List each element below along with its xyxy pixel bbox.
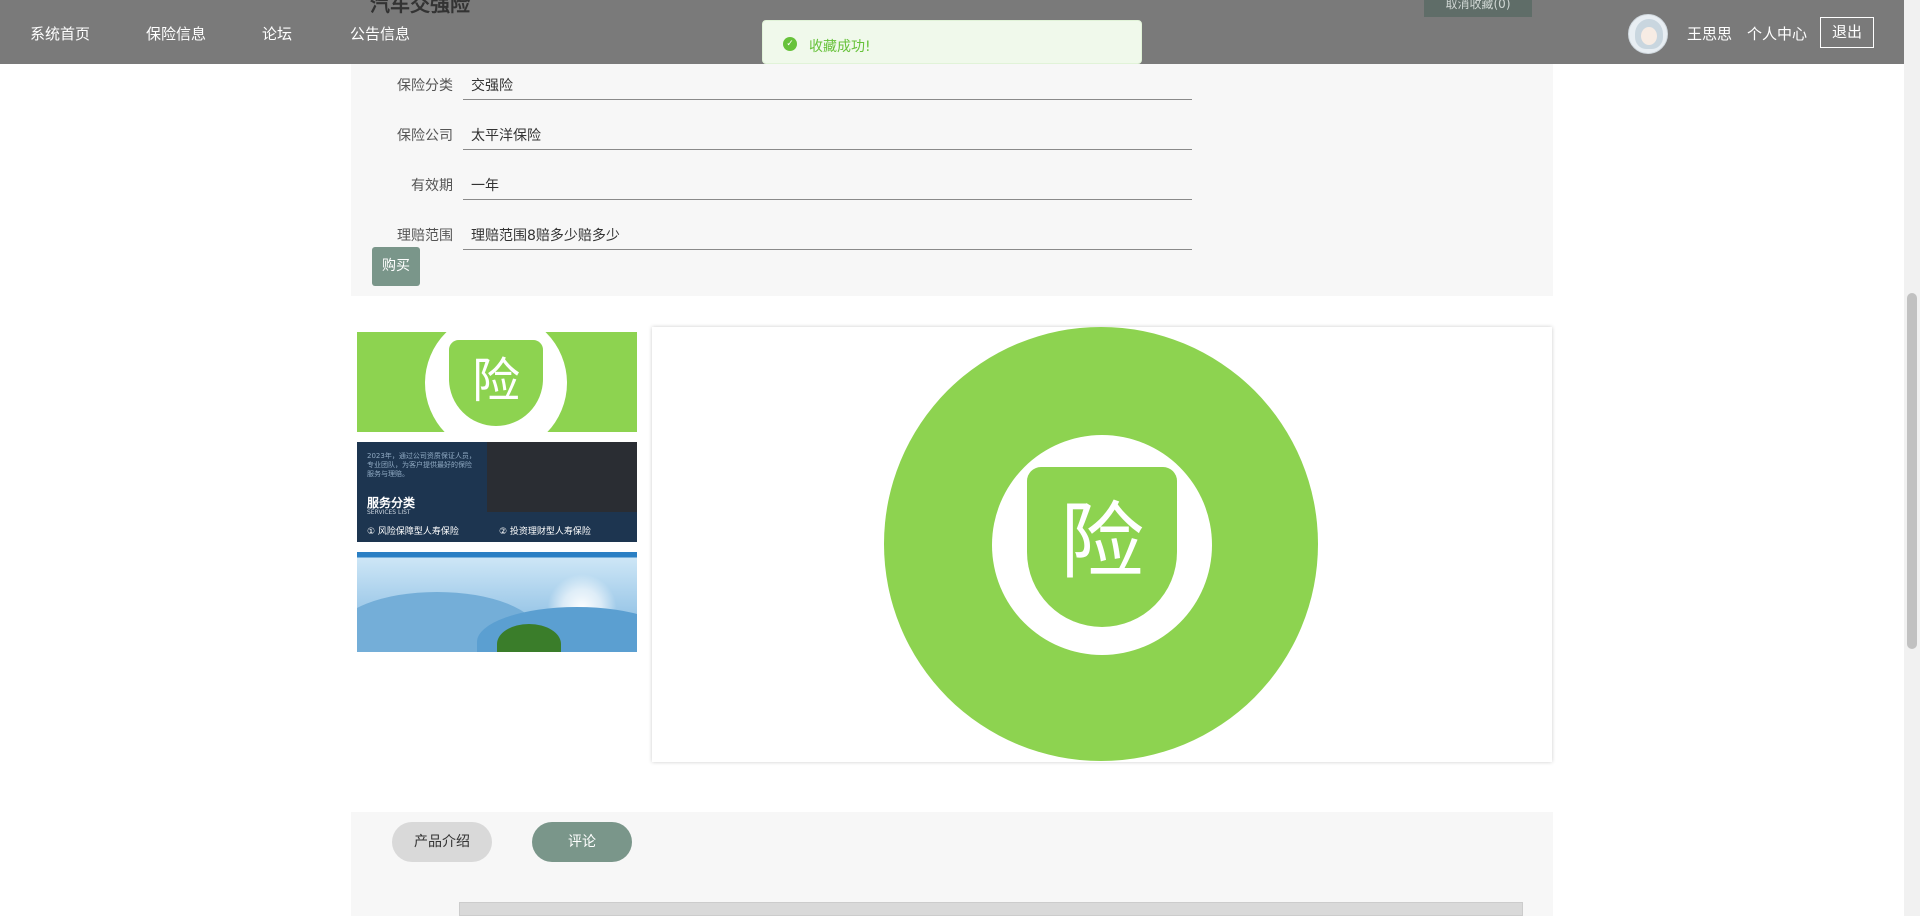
nav-notice[interactable]: 公告信息: [350, 23, 410, 44]
check-circle-icon: ✓: [783, 37, 797, 51]
username: 王思思: [1687, 25, 1733, 43]
shield-icon: 险: [1027, 467, 1177, 627]
nav-forum[interactable]: 论坛: [262, 23, 292, 44]
scrollbar-thumb[interactable]: [1907, 293, 1917, 649]
avatar[interactable]: [1628, 14, 1668, 54]
field-label: 理赔范围: [397, 228, 453, 244]
logout-button[interactable]: 退出: [1820, 17, 1874, 48]
thumbnail-insurance-logo[interactable]: 险: [357, 332, 637, 432]
banner-item-2: ② 投资理财型人寿保险: [499, 527, 591, 537]
toast-message: 收藏成功!: [809, 39, 871, 55]
tab-comments[interactable]: 评论: [532, 822, 632, 862]
info-row-validity: 有效期 一年: [351, 164, 1192, 214]
field-underline: [463, 199, 1192, 200]
field-label: 保险分类: [397, 78, 453, 94]
page-scrollbar[interactable]: [1904, 0, 1920, 916]
info-row-category: 保险分类 交强险: [351, 64, 1192, 114]
field-value: 太平洋保险: [471, 128, 541, 144]
banner-body-text: 2023年，通过公司资质保证人员，专业团队，为客户提供最好的保险服务与理赔。: [367, 452, 476, 478]
banner-photo: [487, 442, 637, 512]
buy-button[interactable]: 购买: [372, 247, 420, 286]
comment-input[interactable]: [459, 902, 1523, 916]
banner-subheading: SERVICES LIST: [367, 509, 411, 516]
personal-center-link[interactable]: 个人中心: [1747, 23, 1807, 44]
nav-insurance-info[interactable]: 保险信息: [146, 23, 206, 44]
favorite-button[interactable]: 取消收藏(0): [1424, 0, 1532, 17]
avatar-face: [1641, 27, 1657, 45]
field-value: 交强险: [471, 78, 513, 94]
thumbnail-landscape[interactable]: [357, 552, 637, 652]
field-underline: [463, 249, 1192, 250]
thumbnail-services-banner[interactable]: 2023年，通过公司资质保证人员，专业团队，为客户提供最好的保险服务与理赔。 服…: [357, 442, 637, 542]
field-underline: [463, 99, 1192, 100]
main-product-image: 险: [652, 327, 1552, 762]
info-row-company: 保险公司 太平洋保险: [351, 114, 1192, 164]
detail-tabs-panel: 产品介绍 评论: [351, 812, 1553, 916]
tab-product-intro[interactable]: 产品介绍: [392, 822, 492, 862]
banner-item-1: ① 风险保障型人寿保险: [367, 527, 459, 537]
field-value: 理赔范围8赔多少赔多少: [471, 228, 620, 244]
product-info-panel: 保险分类 交强险 保险公司 太平洋保险 有效期 一年 理赔范围 理赔范围8赔多少…: [351, 64, 1553, 296]
field-underline: [463, 149, 1192, 150]
success-toast: ✓ 收藏成功!: [762, 20, 1142, 64]
field-value: 一年: [471, 178, 499, 194]
field-label: 保险公司: [397, 128, 453, 144]
field-label: 有效期: [411, 178, 453, 194]
nav-home[interactable]: 系统首页: [30, 23, 90, 44]
product-title: 汽车交强险: [370, 0, 470, 16]
info-row-claim-scope: 理赔范围 理赔范围8赔多少赔多少: [351, 214, 1192, 264]
